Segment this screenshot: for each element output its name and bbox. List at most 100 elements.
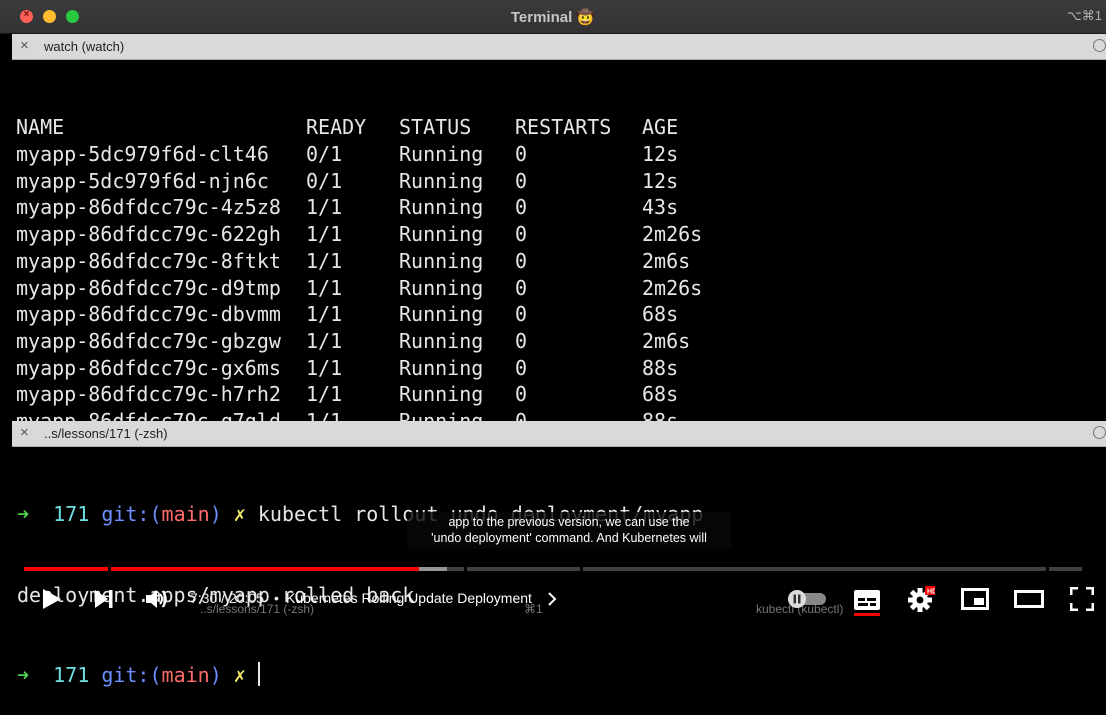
tab-status-icon: [1093, 426, 1106, 439]
volume-button[interactable]: [145, 588, 169, 615]
pod-age: 2m26s: [642, 222, 703, 247]
pod-ready: 1/1: [306, 195, 343, 220]
chapter-title[interactable]: Kubernetes Rolling Update Deployment: [286, 590, 532, 606]
hd-badge: HD: [927, 589, 935, 596]
progress-played: [24, 567, 420, 571]
chapter-marker: [464, 567, 467, 571]
table-row: myapp-5dc979f6d-njn6c 0/1 Running 0 12s: [12, 168, 1106, 195]
pod-name: myapp-5dc979f6d-clt46: [16, 142, 269, 167]
play-button[interactable]: [40, 588, 62, 615]
pod-ready: 0/1: [306, 142, 343, 167]
pod-restarts: 0: [515, 222, 528, 247]
tab-close-icon[interactable]: ×: [20, 424, 29, 441]
theater-button[interactable]: [1014, 590, 1044, 613]
pod-name: myapp-86dfdcc79c-8ftkt: [16, 248, 281, 273]
time-display: 7:30 / 20:05: [190, 590, 264, 606]
tab-zsh[interactable]: × ..s/lessons/171 (-zsh): [12, 421, 1106, 447]
watch-pane[interactable]: NAME READY STATUS RESTARTS AGE myapp-5dc979f6…: [12, 61, 1106, 433]
table-row: myapp-86dfdcc79c-dbvmm 1/1 Running 0 68s: [12, 301, 1106, 328]
pod-name: myapp-86dfdcc79c-h7rh2: [16, 382, 281, 407]
pod-status: Running: [399, 222, 484, 247]
window-titlebar: × Terminal 🤠 ⌥⌘1: [0, 0, 1106, 34]
window-shortcut: ⌥⌘1: [1066, 8, 1102, 23]
caption-line-1: app to the previous version, we can use …: [448, 515, 690, 529]
pod-ready: 1/1: [306, 328, 343, 353]
table-row: myapp-86dfdcc79c-d9tmp 1/1 Running 0 2m26s: [12, 275, 1106, 302]
pod-age: 2m6s: [642, 328, 691, 353]
prompt-dir: 171: [53, 502, 90, 527]
pod-age: 2m26s: [642, 275, 703, 300]
pod-restarts: 0: [515, 168, 528, 193]
pod-restarts: 0: [515, 355, 528, 380]
pod-ready: 1/1: [306, 382, 343, 407]
table-row: myapp-86dfdcc79c-gbzgw 1/1 Running 0 2m6s: [12, 328, 1106, 355]
pod-name: myapp-86dfdcc79c-622gh: [16, 222, 281, 247]
pod-age: 88s: [642, 355, 679, 380]
prompt-branch: main: [161, 502, 210, 527]
chapter-marker: [108, 567, 111, 571]
pod-name: myapp-86dfdcc79c-gx6ms: [16, 355, 281, 380]
pod-age: 2m6s: [642, 248, 691, 273]
player-controls: ..s/lessons/171 (-zsh) ⌘1 kubectl (kubec…: [0, 580, 1106, 617]
pod-age: 68s: [642, 302, 679, 327]
pod-name: myapp-5dc979f6d-njn6c: [16, 168, 269, 193]
prompt-arrow: ➜: [17, 662, 30, 687]
shell-pane[interactable]: ➜ 171 git:(main) ✗ kubectl rollout undo …: [12, 448, 1106, 687]
miniplayer-icon: [961, 588, 989, 610]
theater-icon: [1014, 590, 1044, 608]
pod-status: Running: [399, 248, 484, 273]
subtitles-button[interactable]: [853, 588, 881, 621]
prompt-arrow: ➜: [17, 502, 30, 527]
prompt-git-suffix: ): [209, 502, 222, 527]
pod-ready: 1/1: [306, 248, 343, 273]
pod-name: myapp-86dfdcc79c-gbzgw: [16, 328, 281, 353]
tab-close-icon[interactable]: ×: [20, 37, 29, 54]
pod-restarts: 0: [515, 275, 528, 300]
table-row: myapp-5dc979f6d-clt46 0/1 Running 0 12s: [12, 141, 1106, 168]
fullscreen-button[interactable]: [1069, 586, 1095, 616]
chapter-next-button[interactable]: [547, 591, 557, 612]
autoplay-toggle-icon: [788, 590, 826, 608]
tab-status-icon: [1093, 39, 1106, 52]
header-restarts: RESTARTS: [515, 115, 612, 140]
shell-prompt-line[interactable]: ➜ 171 git:(main) ✗: [17, 661, 1106, 689]
pod-ready: 1/1: [306, 222, 343, 247]
settings-button[interactable]: HD: [907, 586, 939, 617]
pod-name: myapp-86dfdcc79c-dbvmm: [16, 302, 281, 327]
pod-status: Running: [399, 355, 484, 380]
header-status: STATUS: [399, 115, 472, 140]
pod-status: Running: [399, 302, 484, 327]
chevron-right-icon: [548, 592, 557, 606]
subtitles-icon: [854, 590, 880, 616]
pod-age: 12s: [642, 142, 679, 167]
tab-watch[interactable]: × watch (watch): [12, 34, 1106, 60]
pod-status: Running: [399, 328, 484, 353]
prompt-git-prefix: git:(: [101, 662, 162, 687]
autoplay-toggle[interactable]: [788, 590, 828, 613]
pod-restarts: 0: [515, 302, 528, 327]
prompt-git-prefix: git:(: [101, 502, 162, 527]
tab-watch-title: watch (watch): [44, 39, 125, 54]
pod-status: Running: [399, 195, 484, 220]
table-row: myapp-86dfdcc79c-gx6ms 1/1 Running 0 88s: [12, 355, 1106, 382]
pods-table: NAME READY STATUS RESTARTS AGE myapp-5dc979f6…: [12, 114, 1106, 434]
window-title: Terminal 🤠: [510, 9, 596, 26]
next-button[interactable]: [94, 589, 114, 614]
text-cursor: [257, 661, 260, 686]
play-icon: [43, 589, 61, 609]
miniplayer-button[interactable]: [961, 588, 989, 615]
prompt-dirty-mark: ✗: [233, 662, 246, 687]
chapter-marker: [1046, 567, 1049, 571]
pod-age: 12s: [642, 168, 679, 193]
pod-restarts: 0: [515, 142, 528, 167]
pod-status: Running: [399, 168, 484, 193]
pod-restarts: 0: [515, 195, 528, 220]
table-row: myapp-86dfdcc79c-622gh 1/1 Running 0 2m26s: [12, 221, 1106, 248]
table-header: NAME READY STATUS RESTARTS AGE: [12, 114, 1106, 141]
video-progress-bar[interactable]: [24, 567, 1082, 571]
prompt-git-suffix: ): [209, 662, 222, 687]
header-age: AGE: [642, 115, 679, 140]
table-row: myapp-86dfdcc79c-4z5z8 1/1 Running 0 43s: [12, 194, 1106, 221]
pod-name: myapp-86dfdcc79c-d9tmp: [16, 275, 281, 300]
title-separator: •: [274, 590, 279, 606]
